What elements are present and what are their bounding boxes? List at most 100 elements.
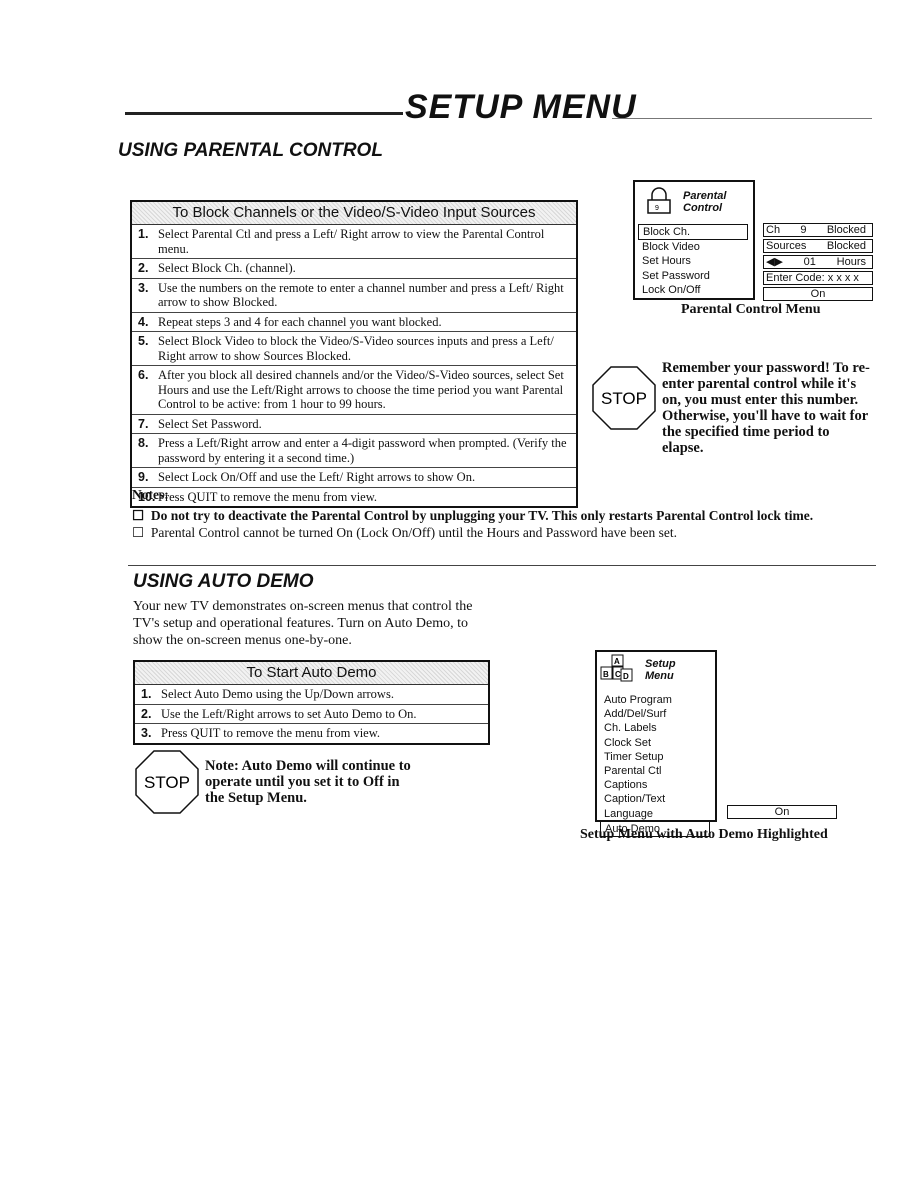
step-text: Press a Left/Right arrow and enter a 4-d… xyxy=(158,436,567,465)
lock-value[interactable]: On xyxy=(763,287,873,301)
step-number: 9. xyxy=(138,470,149,484)
menu-item[interactable]: Language xyxy=(600,807,710,821)
parental-menu-caption: Parental Control Menu xyxy=(681,302,821,317)
password-reminder: Remember your password! To re-enter pare… xyxy=(662,360,870,456)
menu-subtitle: Control xyxy=(683,202,723,214)
step-item: 10. Press QUIT to remove the menu from vi… xyxy=(132,488,576,507)
step-item: 3. Press QUIT to remove the menu from vie… xyxy=(135,724,488,743)
step-text: Press QUIT to remove the menu from view. xyxy=(158,489,378,504)
step-item: 1. Select Auto Demo using the Up/Down arr… xyxy=(135,685,488,705)
menu-item[interactable]: Parental Ctl xyxy=(600,764,710,778)
step-text: Select Lock On/Off and use the Left/ Rig… xyxy=(158,470,476,484)
step-item: 2. Select Block Ch. (channel). xyxy=(132,259,576,279)
note-item: ☐ Do not try to deactivate the Parental … xyxy=(132,508,872,524)
menu-item[interactable]: Ch. Labels xyxy=(600,721,710,735)
menu-item[interactable]: Auto Program xyxy=(600,693,710,707)
auto-demo-note: Note: Auto Demo will continue to operate… xyxy=(205,758,411,806)
step-item: 3. Use the numbers on the remote to enter… xyxy=(132,279,576,313)
value-label: Sources xyxy=(766,240,807,252)
svg-text:9: 9 xyxy=(655,205,659,212)
setup-menu: A B C D Setup Menu Auto Program Add/Del/S… xyxy=(595,650,717,838)
note-text: Parental Control cannot be turned On (Lo… xyxy=(150,525,677,540)
step-text: Select Block Video to block the Video/S-… xyxy=(158,334,554,363)
parental-control-menu: 9 Parental Control Block Ch. Block Video S… xyxy=(633,180,755,300)
setup-menu-caption: Setup Menu with Auto Demo Highlighted xyxy=(580,827,828,842)
note-item: ☐ Parental Control cannot be turned On (… xyxy=(132,525,872,541)
hours-value[interactable]: ◀▶ 01 Hours xyxy=(763,255,873,269)
arrows-icon: ◀▶ xyxy=(766,256,783,268)
value-number: 9 xyxy=(800,224,807,236)
step-item: 4. Repeat steps 3 and 4 for each channel … xyxy=(132,313,576,332)
value-unit: Hours xyxy=(836,256,866,268)
step-item: 1. Select Parental Ctl and press a Left/ … xyxy=(132,225,576,259)
step-number: 1. xyxy=(141,687,152,701)
section-divider xyxy=(128,565,876,566)
svg-text:STOP: STOP xyxy=(601,389,647,408)
menu-item[interactable]: Captions xyxy=(600,778,710,792)
step-number: 7. xyxy=(138,416,149,431)
step-text: Select Auto Demo using the Up/Down arrow… xyxy=(161,687,394,701)
auto-demo-value[interactable]: On xyxy=(727,805,837,819)
channel-blocked-value: Ch 9 Blocked xyxy=(763,223,873,237)
step-item: 5. Select Block Video to block the Video/… xyxy=(132,332,576,366)
page-title: SETUP MENU xyxy=(405,88,637,126)
svg-text:C: C xyxy=(615,670,621,679)
auto-demo-intro: Your new TV demonstrates on-screen menus… xyxy=(133,599,473,648)
menu-item[interactable]: Block Ch. xyxy=(638,224,748,241)
step-text: Use the numbers on the remote to enter a… xyxy=(158,280,564,310)
menu-item[interactable]: Set Password xyxy=(638,269,748,283)
svg-text:STOP: STOP xyxy=(144,773,190,792)
menu-item[interactable]: Clock Set xyxy=(600,736,710,750)
step-text: Press QUIT to remove the menu from view. xyxy=(161,726,381,740)
step-text: Repeat steps 3 and 4 for each channel yo… xyxy=(158,314,442,329)
padlock-icon: 9 xyxy=(647,187,671,214)
step-number: 5. xyxy=(138,334,149,348)
box-title: To Start Auto Demo xyxy=(135,662,488,685)
step-number: 2. xyxy=(141,706,152,721)
menu-item[interactable]: Timer Setup xyxy=(600,750,710,764)
menu-title: Parental xyxy=(683,190,727,202)
header-rule-left xyxy=(125,112,403,115)
step-number: 1. xyxy=(138,227,149,241)
step-number: 2. xyxy=(138,261,149,275)
value-status: Blocked xyxy=(826,240,866,252)
enter-code-value[interactable]: Enter Code: x x x x xyxy=(763,271,873,285)
svg-text:B: B xyxy=(603,670,609,679)
step-item: 6. After you block all desired channels a… xyxy=(132,366,576,415)
step-number: 4. xyxy=(138,314,149,329)
section-title-auto-demo: USING AUTO DEMO xyxy=(133,571,314,592)
step-number: 3. xyxy=(141,726,152,740)
manual-page: SETUP MENU USING PARENTAL CONTROL To Blo… xyxy=(0,0,918,1188)
menu-title: Setup xyxy=(645,658,676,670)
step-text: Select Parental Ctl and press a Left/ Ri… xyxy=(158,227,545,256)
note-text: Do not try to deactivate the Parental Co… xyxy=(150,508,814,523)
step-item: 8. Press a Left/Right arrow and enter a 4… xyxy=(132,434,576,468)
block-steps-box: To Block Channels or the Video/S-Video I… xyxy=(130,200,578,508)
stop-sign-icon: STOP xyxy=(592,366,656,430)
box-title: To Block Channels or the Video/S-Video I… xyxy=(132,202,576,225)
step-text: Select Set Password. xyxy=(158,416,262,431)
parental-values: Ch 9 Blocked Sources Blocked ◀▶ 01 Hours Ente… xyxy=(763,223,873,301)
checkbox-icon: ☐ xyxy=(132,508,145,523)
section-title-parental: USING PARENTAL CONTROL xyxy=(118,140,383,161)
step-number: 3. xyxy=(138,280,149,295)
step-text: Use the Left/Right arrows to set Auto De… xyxy=(161,706,417,721)
abc-blocks-icon: A B C D xyxy=(600,654,633,682)
svg-text:D: D xyxy=(623,672,629,681)
value-number: 01 xyxy=(803,256,816,268)
menu-subtitle: Menu xyxy=(645,670,674,682)
value-label: Ch xyxy=(766,224,781,236)
step-text: Select Block Ch. (channel). xyxy=(158,261,296,275)
menu-item[interactable]: Caption/Text xyxy=(600,792,710,806)
menu-item[interactable]: Add/Del/Surf xyxy=(600,707,710,721)
step-number: 6. xyxy=(138,368,149,382)
stop-sign-icon: STOP xyxy=(135,750,199,814)
menu-item[interactable]: Lock On/Off xyxy=(638,283,748,297)
header-rule-right xyxy=(612,118,872,119)
value-status: Blocked xyxy=(826,224,866,236)
auto-demo-steps-box: To Start Auto Demo 1. Select Auto Demo us… xyxy=(133,660,490,745)
checkbox-icon: ☐ xyxy=(132,525,145,540)
menu-item[interactable]: Block Video xyxy=(638,240,748,254)
menu-item[interactable]: Set Hours xyxy=(638,254,748,268)
step-item: 9. Select Lock On/Off and use the Left/ R… xyxy=(132,468,576,488)
